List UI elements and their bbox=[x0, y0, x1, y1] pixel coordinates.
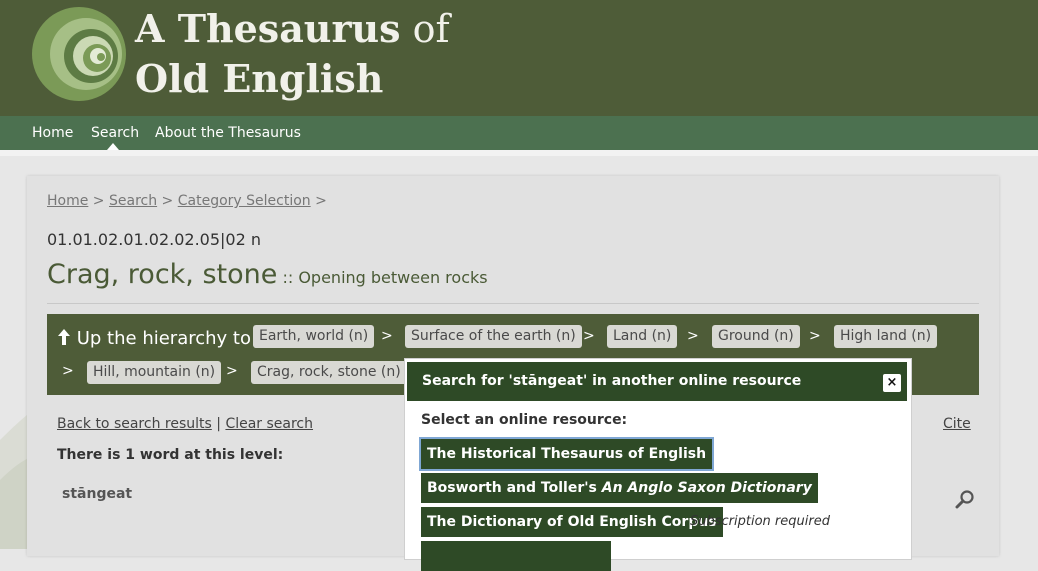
breadcrumb-separator: > bbox=[92, 193, 105, 209]
hierarchy-item-surface-of-earth[interactable]: Surface of the earth (n) bbox=[405, 325, 582, 348]
close-icon[interactable]: × bbox=[883, 374, 901, 392]
site-title[interactable]: A Thesaurus of Old English bbox=[135, 4, 450, 104]
page-title: Crag, rock, stone :: Opening between roc… bbox=[47, 259, 488, 290]
hierarchy-separator: > bbox=[381, 328, 393, 344]
hierarchy-separator: > bbox=[687, 328, 699, 344]
resource-button-bosworth-toller[interactable]: Bosworth and Toller's An Anglo Saxon Dic… bbox=[421, 473, 818, 503]
arrow-up-icon bbox=[58, 329, 70, 345]
resource-button-historical-thesaurus[interactable]: The Historical Thesaurus of English bbox=[418, 437, 715, 471]
hierarchy-separator: > bbox=[583, 328, 595, 344]
site-logo-icon[interactable] bbox=[31, 6, 128, 102]
hierarchy-label-text: Up the hierarchy to: bbox=[76, 328, 258, 349]
hierarchy-separator: > bbox=[226, 363, 238, 379]
word-count: There is 1 word at this level: bbox=[57, 447, 284, 463]
back-to-results-link[interactable]: Back to search results bbox=[57, 416, 212, 432]
hierarchy-item-earth-world[interactable]: Earth, world (n) bbox=[253, 325, 375, 348]
breadcrumb-separator: > bbox=[315, 193, 327, 209]
subscription-note: Subscription required bbox=[690, 514, 830, 529]
main-nav: Home Search About the Thesaurus bbox=[0, 116, 1038, 150]
hierarchy-item-ground[interactable]: Ground (n) bbox=[712, 325, 800, 348]
result-links: Back to search results | Clear search bbox=[57, 416, 313, 432]
breadcrumb-separator: > bbox=[161, 193, 174, 209]
dialog-header: Search for 'stāngeat' in another online … bbox=[407, 362, 907, 401]
divider bbox=[47, 303, 979, 304]
site-header: A Thesaurus of Old English bbox=[0, 0, 1038, 116]
resource-label-plain: Bosworth and Toller's bbox=[427, 480, 597, 496]
external-resource-dialog: Search for 'stāngeat' in another online … bbox=[404, 358, 912, 571]
hierarchy-item-high-land[interactable]: High land (n) bbox=[834, 325, 938, 348]
hierarchy-separator: > bbox=[62, 363, 74, 379]
site-title-main: A Thesaurus bbox=[135, 6, 401, 51]
hierarchy-label: Up the hierarchy to: bbox=[57, 328, 257, 349]
resource-button-partial[interactable] bbox=[421, 541, 611, 571]
hierarchy-item-hill-mountain[interactable]: Hill, mountain (n) bbox=[87, 361, 222, 384]
resource-button-doe-corpus[interactable]: The Dictionary of Old English Corpus bbox=[421, 507, 723, 537]
nav-item-about[interactable]: About the Thesaurus bbox=[155, 116, 301, 150]
site-title-of: of bbox=[412, 7, 450, 51]
site-title-line2: Old English bbox=[135, 56, 384, 101]
breadcrumb-search[interactable]: Search bbox=[109, 193, 157, 209]
select-resource-label: Select an online resource: bbox=[421, 412, 628, 428]
breadcrumb-home[interactable]: Home bbox=[47, 193, 88, 209]
link-divider: | bbox=[216, 416, 221, 432]
word-entry: stāngeat bbox=[62, 486, 133, 502]
resource-label-italic: An Anglo Saxon Dictionary bbox=[601, 480, 812, 496]
breadcrumb-category-selection[interactable]: Category Selection bbox=[178, 193, 311, 209]
hierarchy-item-crag-rock-stone[interactable]: Crag, rock, stone (n) bbox=[251, 361, 407, 384]
category-title: Crag, rock, stone bbox=[47, 259, 278, 290]
dialog-title: Search for 'stāngeat' in another online … bbox=[422, 373, 802, 389]
breadcrumb: Home > Search > Category Selection > bbox=[47, 193, 327, 209]
nav-item-home[interactable]: Home bbox=[32, 116, 73, 150]
clear-search-link[interactable]: Clear search bbox=[225, 416, 313, 432]
category-code: 01.01.02.01.02.02.05|02 n bbox=[47, 230, 262, 249]
category-subtitle: :: Opening between rocks bbox=[282, 268, 488, 287]
hierarchy-item-land[interactable]: Land (n) bbox=[607, 325, 678, 348]
cite-link[interactable]: Cite bbox=[943, 416, 971, 432]
nav-active-caret-icon bbox=[107, 143, 119, 150]
search-icon[interactable] bbox=[955, 489, 975, 509]
nav-divider bbox=[0, 150, 1038, 156]
hierarchy-separator: > bbox=[809, 328, 821, 344]
